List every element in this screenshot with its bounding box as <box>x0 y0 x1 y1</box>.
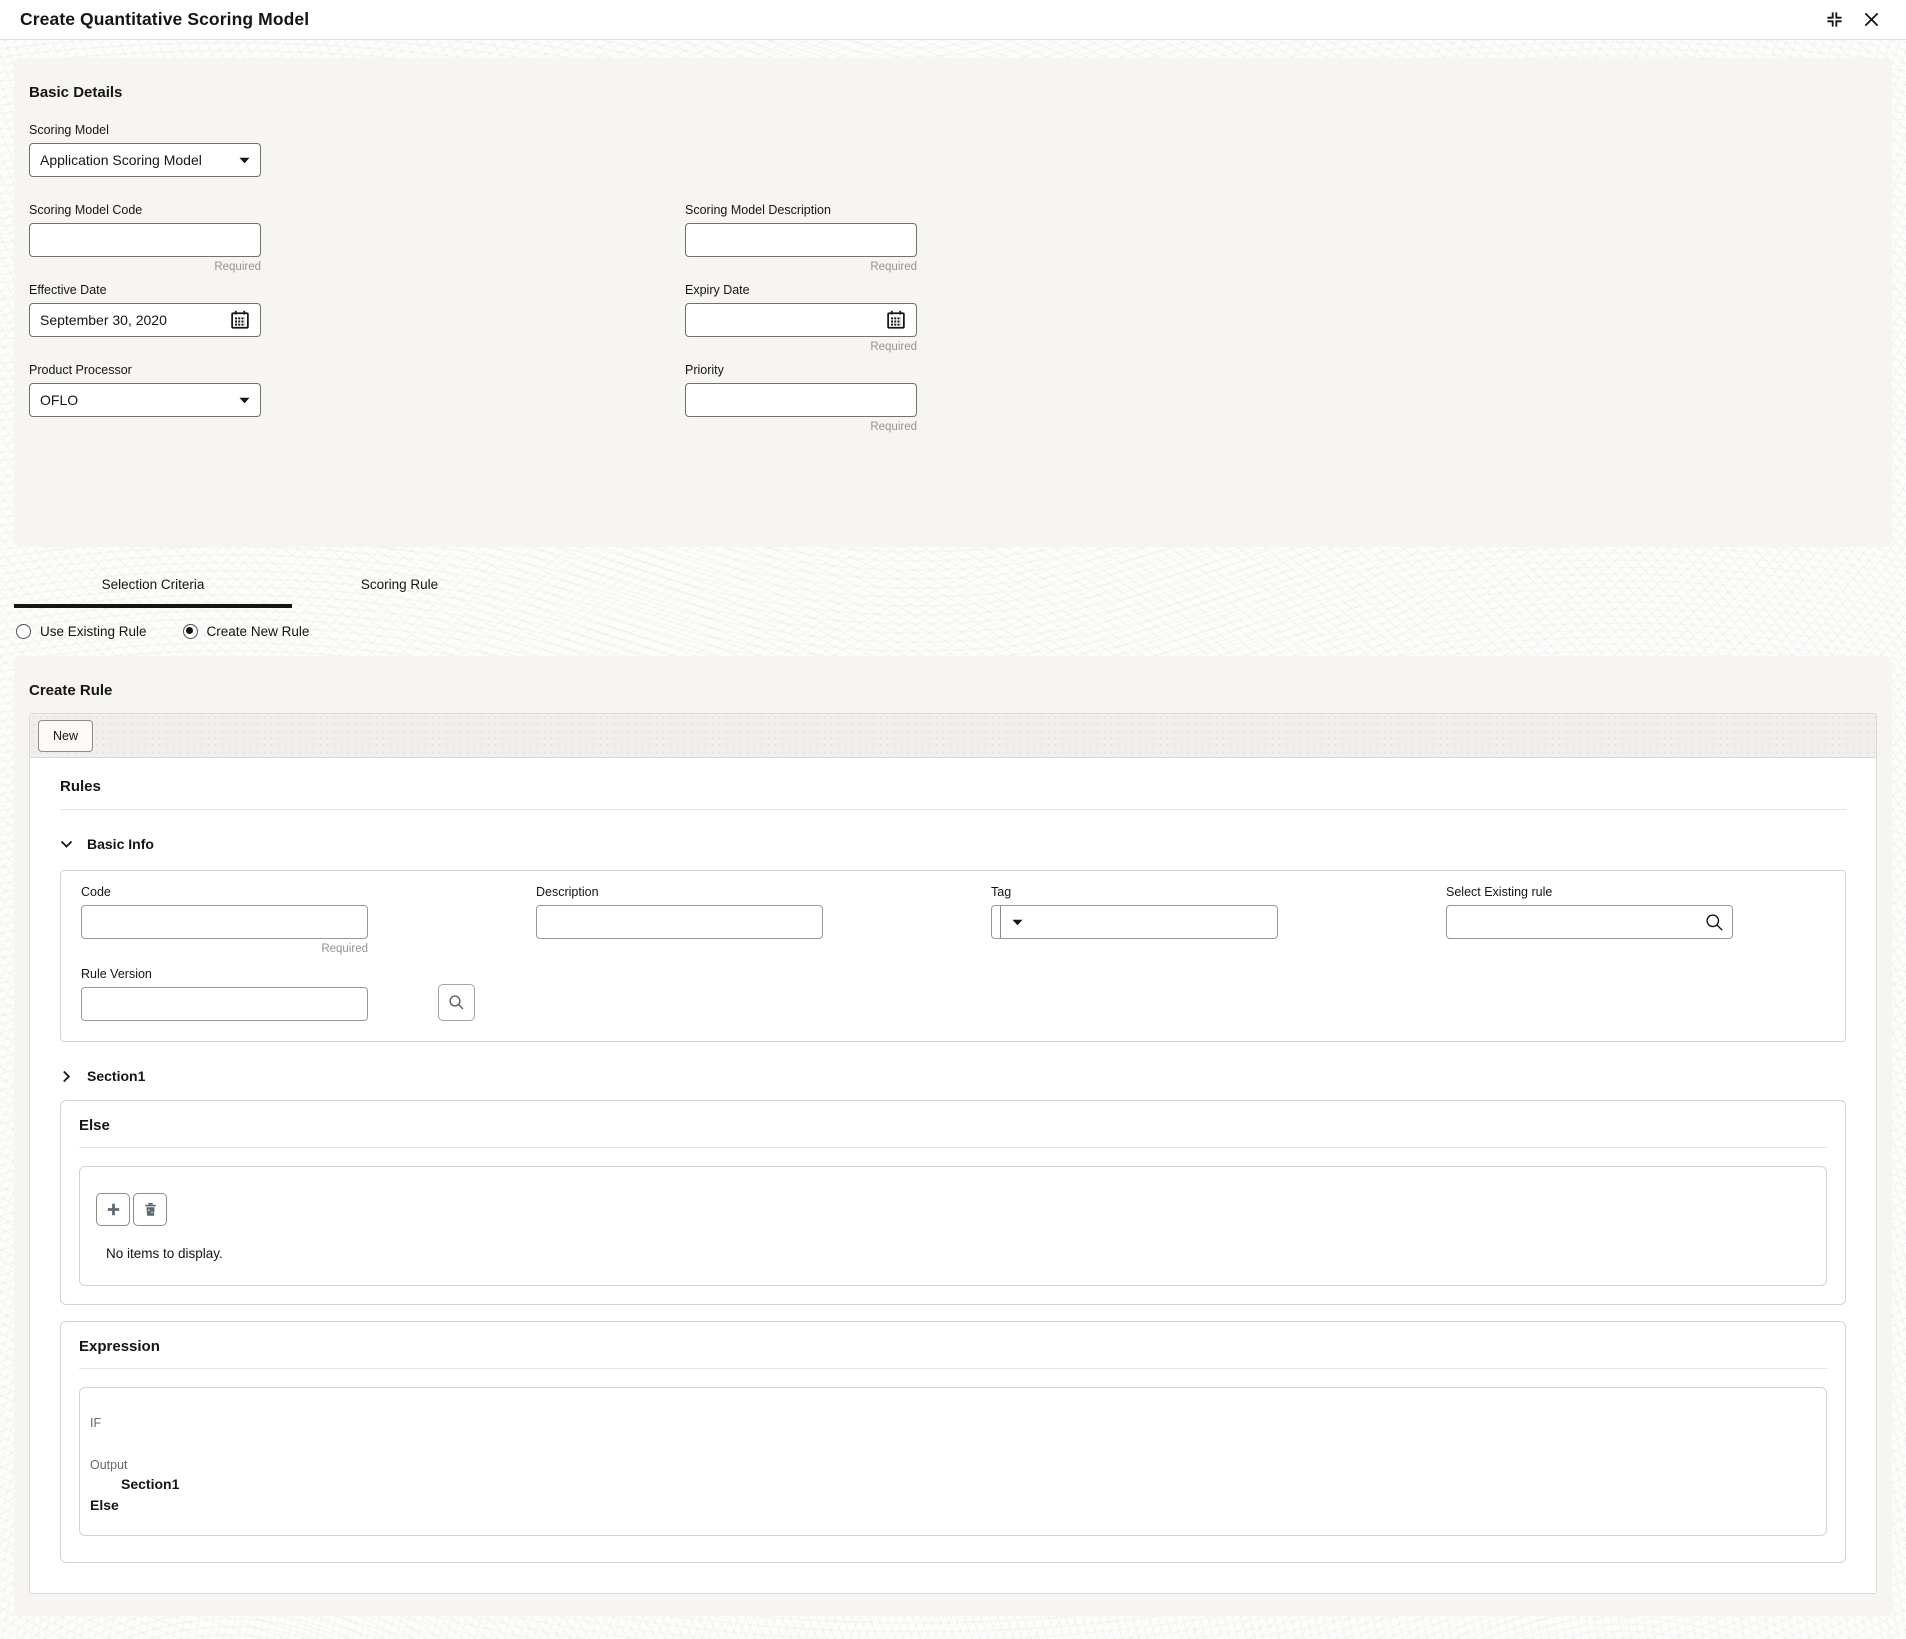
add-item-button[interactable] <box>96 1193 130 1226</box>
rule-version-label: Rule Version <box>81 967 152 981</box>
required-hint: Required <box>870 261 917 273</box>
effective-date-input[interactable]: September 30, 2020 <box>29 303 261 337</box>
else-block: Else No items to display. <box>60 1100 1846 1305</box>
radio-label: Use Existing Rule <box>40 623 147 639</box>
window-header: Create Quantitative Scoring Model <box>0 0 1906 40</box>
form-row-dates: Effective Date September 30, 2020 Expiry… <box>29 275 1876 355</box>
radio-label: Create New Rule <box>206 623 310 639</box>
radio-option-use-existing-rule[interactable]: Use Existing Rule <box>16 623 147 639</box>
create-quantitative-scoring-model-window: Create Quantitative Scoring Model Basic … <box>0 0 1906 1639</box>
effective-date-label: Effective Date <box>29 283 107 297</box>
radio-create-new-rule[interactable] <box>182 623 198 639</box>
select-existing-rule-label: Select Existing rule <box>1446 885 1553 899</box>
form-row-scoring-model: Scoring Model Application Scoring Model <box>29 115 1876 195</box>
description-label: Description <box>536 885 599 899</box>
description-input[interactable] <box>536 905 823 939</box>
tab-scoring-rule[interactable]: Scoring Rule <box>292 565 507 608</box>
select-existing-rule-input[interactable] <box>1446 905 1733 939</box>
divider <box>79 1147 1827 1148</box>
scoring-model-description-label: Scoring Model Description <box>685 203 831 217</box>
code-label: Code <box>81 885 111 899</box>
expression-block: Expression IF Output Section1 Else <box>60 1321 1846 1563</box>
page-title: Create Quantitative Scoring Model <box>20 9 310 29</box>
rules-heading: Rules <box>60 778 1846 810</box>
calendar-icon[interactable] <box>886 310 906 330</box>
basic-info-collapse-header[interactable]: Basic Info <box>60 836 1846 852</box>
tab-bar: Selection Criteria Scoring Rule <box>14 565 1892 608</box>
tag-combobox[interactable] <box>991 905 1278 939</box>
section1-collapse-header[interactable]: Section1 <box>60 1068 1846 1084</box>
chevron-down-icon <box>239 157 250 164</box>
chevron-down-icon <box>239 397 250 404</box>
window-controls <box>1826 11 1880 28</box>
delete-item-button[interactable] <box>133 1193 167 1226</box>
rules-panel-body: Rules Basic Info Code Required Descripti… <box>30 758 1876 1593</box>
pattern-gap <box>14 1616 1892 1639</box>
tag-dropdown-button[interactable] <box>1000 906 1034 938</box>
collapse-icon[interactable] <box>1826 11 1843 28</box>
expiry-date-label: Expiry Date <box>685 283 750 297</box>
else-items-box: No items to display. <box>79 1166 1827 1286</box>
search-icon[interactable] <box>1705 913 1724 932</box>
product-processor-label: Product Processor <box>29 363 132 377</box>
required-hint: Required <box>870 421 917 433</box>
basic-details-title: Basic Details <box>29 84 123 101</box>
chevron-down-icon <box>1012 919 1023 926</box>
rules-toolbar: New <box>30 714 1876 758</box>
required-hint: Required <box>214 261 261 273</box>
rule-mode-options: Use Existing Rule Create New Rule <box>16 618 1892 644</box>
priority-input[interactable] <box>685 383 917 417</box>
main-content: Basic Details Scoring Model Application … <box>0 40 1906 1639</box>
basic-info-fieldbox: Code Required Description Tag Select Exi… <box>60 870 1846 1042</box>
tab-selection-criteria[interactable]: Selection Criteria <box>14 565 292 608</box>
chevron-down-icon <box>60 838 73 851</box>
expression-section-ref: Section1 <box>121 1476 180 1492</box>
calendar-icon[interactable] <box>230 310 250 330</box>
close-icon[interactable] <box>1863 11 1880 28</box>
scoring-model-label: Scoring Model <box>29 123 109 137</box>
scoring-model-description-input[interactable] <box>685 223 917 257</box>
expression-if: IF <box>90 1416 102 1430</box>
else-title: Else <box>79 1117 110 1134</box>
required-hint: Required <box>321 943 368 955</box>
radio-option-create-new-rule[interactable]: Create New Rule <box>182 623 310 639</box>
form-row-processor-priority: Product Processor OFLO Priority Required <box>29 355 1876 435</box>
scoring-model-code-label: Scoring Model Code <box>29 203 143 217</box>
divider <box>79 1368 1827 1369</box>
product-processor-select[interactable]: OFLO <box>29 383 261 417</box>
rule-version-input[interactable] <box>81 987 368 1021</box>
empty-state-text: No items to display. <box>106 1246 223 1261</box>
scoring-model-select[interactable]: Application Scoring Model <box>29 143 261 177</box>
chevron-right-icon <box>60 1070 73 1083</box>
plus-icon <box>107 1203 119 1216</box>
search-icon <box>449 995 464 1010</box>
basic-details-section: Basic Details Scoring Model Application … <box>14 58 1892 547</box>
rule-version-search-button[interactable] <box>438 984 475 1021</box>
rules-panel: New Rules Basic Info Code Required Descr… <box>29 713 1877 1594</box>
scoring-model-code-input[interactable] <box>29 223 261 257</box>
priority-label: Priority <box>685 363 724 377</box>
expression-else: Else <box>90 1497 119 1513</box>
expression-preview: IF Output Section1 Else <box>79 1387 1827 1536</box>
required-hint: Required <box>870 341 917 353</box>
code-input[interactable] <box>81 905 368 939</box>
expression-title: Expression <box>79 1338 160 1355</box>
form-row-code-description: Scoring Model Code Required Scoring Mode… <box>29 195 1876 275</box>
radio-use-existing-rule[interactable] <box>16 623 31 639</box>
expression-output: Output <box>90 1458 128 1472</box>
tag-label: Tag <box>991 885 1012 899</box>
create-rule-section: Create Rule New Rules Basic Info Code Re… <box>14 656 1892 1616</box>
trash-icon <box>144 1203 156 1216</box>
new-button[interactable]: New <box>38 719 94 752</box>
expiry-date-input[interactable] <box>685 303 917 337</box>
create-rule-title: Create Rule <box>29 682 113 699</box>
